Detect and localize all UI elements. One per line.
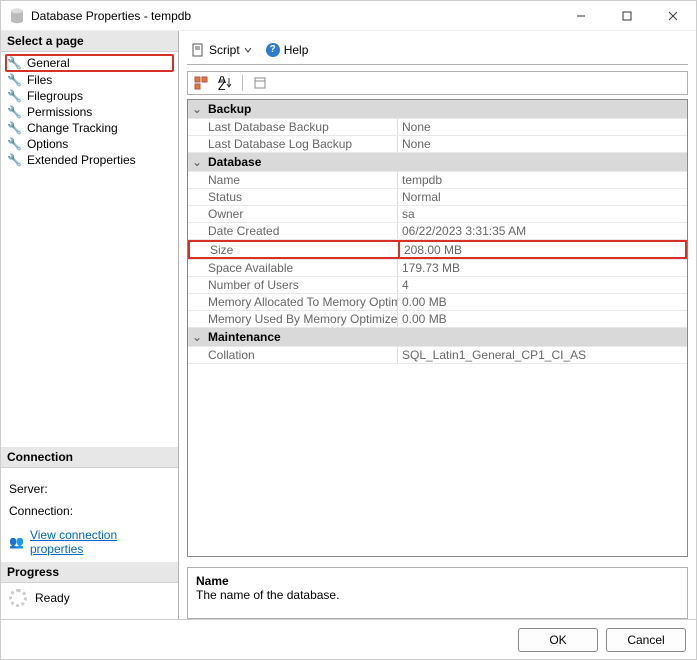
wrench-icon: 🔧 xyxy=(7,89,22,103)
page-item-change-tracking[interactable]: 🔧 Change Tracking xyxy=(5,120,174,136)
dialog-footer: OK Cancel xyxy=(1,619,696,659)
category-database[interactable]: ⌄Database xyxy=(188,153,687,172)
wrench-icon: 🔧 xyxy=(7,56,22,70)
page-item-files[interactable]: 🔧 Files xyxy=(5,72,174,88)
prop-owner[interactable]: Ownersa xyxy=(188,206,687,223)
server-label: Server: xyxy=(9,482,48,496)
page-label: Files xyxy=(27,73,52,87)
page-label: Extended Properties xyxy=(27,153,136,167)
page-list: 🔧 General 🔧 Files 🔧 Filegroups 🔧 Permission… xyxy=(1,52,178,172)
page-label: Permissions xyxy=(27,105,92,119)
property-grid-toolbar: AZ xyxy=(187,71,688,95)
progress-status: Ready xyxy=(35,591,70,605)
connection-label: Connection: xyxy=(9,504,73,518)
content-toolbar: Script ? Help xyxy=(187,39,688,65)
dialog-window: Database Properties - tempdb Select a pa… xyxy=(0,0,697,660)
property-pages-icon[interactable] xyxy=(253,76,267,90)
connection-header: Connection xyxy=(1,447,178,468)
categorized-icon[interactable] xyxy=(194,76,208,90)
maximize-button[interactable] xyxy=(604,1,650,31)
select-page-header: Select a page xyxy=(1,31,178,52)
collapse-icon[interactable]: ⌄ xyxy=(188,100,206,118)
page-item-general[interactable]: 🔧 General xyxy=(5,54,174,72)
right-panel: Script ? Help AZ ⌄Backup Last Databa xyxy=(179,31,696,619)
prop-date-created[interactable]: Date Created06/22/2023 3:31:35 AM xyxy=(188,223,687,240)
view-connection-properties-link[interactable]: View connection properties xyxy=(30,528,170,556)
prop-memory-allocated[interactable]: Memory Allocated To Memory Optimized Obj… xyxy=(188,294,687,311)
wrench-icon: 🔧 xyxy=(7,121,22,135)
prop-collation[interactable]: CollationSQL_Latin1_General_CP1_CI_AS xyxy=(188,347,687,364)
cancel-button[interactable]: Cancel xyxy=(606,628,686,652)
ok-button[interactable]: OK xyxy=(518,628,598,652)
description-box: Name The name of the database. xyxy=(187,567,688,619)
left-panel: Select a page 🔧 General 🔧 Files 🔧 Filegrou… xyxy=(1,31,179,619)
prop-memory-used[interactable]: Memory Used By Memory Optimized Objects0… xyxy=(188,311,687,328)
connection-icon: 👥 xyxy=(9,535,24,549)
page-label: Filegroups xyxy=(27,89,83,103)
script-button[interactable]: Script xyxy=(187,41,256,59)
close-button[interactable] xyxy=(650,1,696,31)
script-icon xyxy=(191,43,205,57)
connection-box: Server: Connection: 👥 View connection pr… xyxy=(1,468,178,562)
prop-status[interactable]: StatusNormal xyxy=(188,189,687,206)
minimize-button[interactable] xyxy=(558,1,604,31)
prop-last-db-backup[interactable]: Last Database BackupNone xyxy=(188,119,687,136)
page-label: Change Tracking xyxy=(27,121,118,135)
page-item-filegroups[interactable]: 🔧 Filegroups xyxy=(5,88,174,104)
wrench-icon: 🔧 xyxy=(7,105,22,119)
page-item-extended-properties[interactable]: 🔧 Extended Properties xyxy=(5,152,174,168)
property-grid: ⌄Backup Last Database BackupNone Last Da… xyxy=(187,99,688,557)
svg-text:Z: Z xyxy=(218,79,225,90)
prop-number-of-users[interactable]: Number of Users4 xyxy=(188,277,687,294)
wrench-icon: 🔧 xyxy=(7,137,22,151)
category-backup[interactable]: ⌄Backup xyxy=(188,100,687,119)
page-item-options[interactable]: 🔧 Options xyxy=(5,136,174,152)
progress-box: Ready xyxy=(1,583,178,619)
titlebar: Database Properties - tempdb xyxy=(1,1,696,31)
description-text: The name of the database. xyxy=(196,588,679,602)
collapse-icon[interactable]: ⌄ xyxy=(188,153,206,171)
page-label: General xyxy=(27,56,70,70)
progress-spinner-icon xyxy=(9,589,27,607)
database-icon xyxy=(9,8,25,24)
prop-name[interactable]: Nametempdb xyxy=(188,172,687,189)
progress-header: Progress xyxy=(1,562,178,583)
category-maintenance[interactable]: ⌄Maintenance xyxy=(188,328,687,347)
chevron-down-icon xyxy=(244,46,252,54)
description-title: Name xyxy=(196,574,679,588)
help-icon: ? xyxy=(266,43,280,57)
page-label: Options xyxy=(27,137,68,151)
wrench-icon: 🔧 xyxy=(7,73,22,87)
prop-space-available[interactable]: Space Available179.73 MB xyxy=(188,260,687,277)
collapse-icon[interactable]: ⌄ xyxy=(188,328,206,346)
alpha-sort-icon[interactable]: AZ xyxy=(218,76,232,90)
help-button[interactable]: ? Help xyxy=(262,41,313,59)
window-title: Database Properties - tempdb xyxy=(31,9,191,23)
page-item-permissions[interactable]: 🔧 Permissions xyxy=(5,104,174,120)
prop-last-log-backup[interactable]: Last Database Log BackupNone xyxy=(188,136,687,153)
wrench-icon: 🔧 xyxy=(7,153,22,167)
prop-size[interactable]: Size208.00 MB xyxy=(188,240,687,260)
help-label: Help xyxy=(284,43,309,57)
script-label: Script xyxy=(209,43,240,57)
